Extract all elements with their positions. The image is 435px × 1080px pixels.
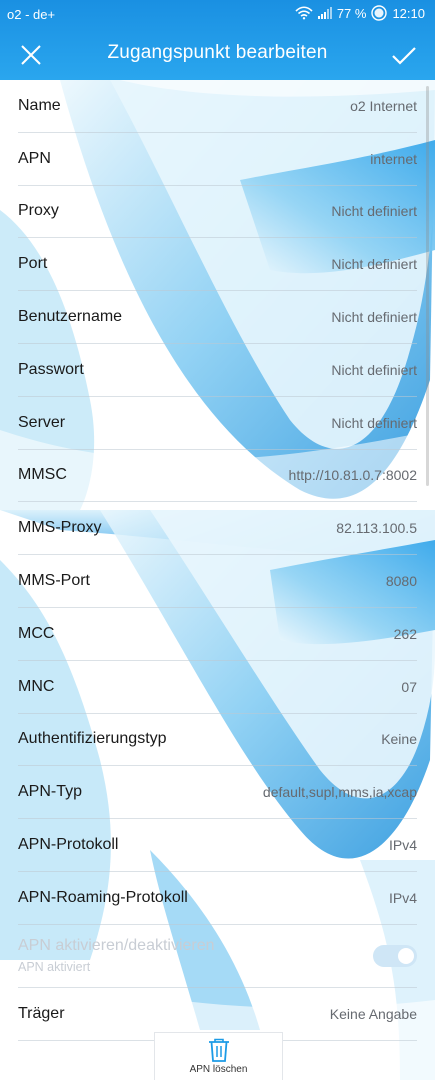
field-value: Nicht definiert — [331, 256, 417, 273]
field-label: Name — [18, 96, 61, 114]
field-label: APN-Typ — [18, 783, 83, 801]
field-row-mcc[interactable]: MCC 262 — [18, 608, 417, 661]
apn-enable-sublabel: APN aktiviert — [18, 960, 91, 975]
battery-percentage: 77 % — [336, 5, 367, 21]
field-label: Server — [18, 413, 66, 431]
field-value: 8080 — [385, 573, 417, 590]
status-bar: o2 - de+ 77 % 12:10 — [0, 0, 435, 30]
field-row-name[interactable]: Name o2 Internet — [18, 80, 417, 133]
apn-enable-texts: APN aktivieren/deaktivieren APN aktivier… — [18, 937, 215, 974]
trash-icon — [208, 1038, 229, 1062]
field-label: Proxy — [18, 202, 59, 220]
checkmark-icon — [392, 47, 416, 65]
carrier-name: o2 - de+ — [7, 7, 56, 22]
field-value: o2 Internet — [350, 97, 417, 114]
field-row-port[interactable]: Port Nicht definiert — [18, 238, 417, 292]
field-value: Nicht definiert — [331, 414, 417, 431]
field-label: Port — [18, 255, 48, 273]
field-label: Benutzername — [18, 308, 123, 326]
field-value: 262 — [393, 625, 417, 642]
field-row-apn-roaming-protocol[interactable]: APN-Roaming-Protokoll IPv4 — [18, 872, 417, 925]
field-label: APN — [18, 149, 51, 167]
field-row-proxy[interactable]: Proxy Nicht definiert — [18, 186, 417, 239]
field-row-apn-protocol[interactable]: APN-Protokoll IPv4 — [18, 819, 417, 872]
delete-apn-button[interactable]: APN löschen — [154, 1032, 283, 1080]
field-value: Nicht definiert — [331, 361, 417, 378]
field-value: http://10.81.0.7:8002 — [288, 467, 417, 484]
field-row-password[interactable]: Passwort Nicht definiert — [18, 344, 417, 397]
field-label: MMS-Proxy — [18, 519, 102, 537]
field-label: MNC — [18, 677, 55, 695]
confirm-button[interactable] — [389, 40, 419, 70]
field-label: Träger — [18, 1004, 65, 1022]
screen: o2 - de+ 77 % 12:10 Zugangspunkt bearbei… — [0, 0, 435, 1080]
field-row-mms-proxy[interactable]: MMS-Proxy 82.113.100.5 — [18, 502, 417, 556]
field-value: Nicht definiert — [331, 203, 417, 220]
field-label: MCC — [18, 624, 55, 642]
signal-icon — [317, 7, 332, 19]
field-label: MMSC — [18, 466, 67, 484]
field-row-server[interactable]: Server Nicht definiert — [18, 397, 417, 450]
battery-icon — [371, 5, 388, 21]
field-value: IPv4 — [388, 837, 417, 854]
wifi-icon — [295, 6, 313, 20]
switch-knob — [398, 947, 414, 964]
field-label: Passwort — [18, 360, 84, 378]
field-row-mnc[interactable]: MNC 07 — [18, 661, 417, 714]
field-value: 07 — [401, 678, 417, 695]
status-indicators: 77 % 12:10 — [295, 5, 425, 21]
close-button[interactable] — [16, 40, 46, 70]
page-title: Zugangspunkt bearbeiten — [107, 42, 328, 63]
apn-enable-label: APN aktivieren/deaktivieren — [18, 937, 215, 955]
field-row-username[interactable]: Benutzername Nicht definiert — [18, 291, 417, 344]
field-label: MMS-Port — [18, 572, 90, 590]
apn-enable-switch[interactable] — [373, 944, 417, 967]
field-row-apn-type[interactable]: APN-Typ default,supl,mms,ia,xcap — [18, 766, 417, 820]
apn-enable-row[interactable]: APN aktivieren/deaktivieren APN aktivier… — [18, 925, 417, 988]
field-value: Keine — [381, 731, 417, 748]
field-row-mmsc[interactable]: MMSC http://10.81.0.7:8002 — [18, 450, 417, 503]
apn-settings-list: Name o2 Internet APN internet Proxy Nich… — [0, 80, 435, 1041]
field-value: IPv4 — [388, 889, 417, 906]
field-value: 82.113.100.5 — [336, 520, 417, 537]
field-label: Authentifizierungstyp — [18, 730, 167, 748]
field-value: internet — [370, 150, 417, 167]
delete-apn-label: APN löschen — [189, 1064, 248, 1075]
field-value: default,supl,mms,ia,xcap — [262, 784, 417, 801]
close-icon — [21, 45, 41, 65]
field-value: Nicht definiert — [331, 309, 417, 326]
clock: 12:10 — [392, 5, 425, 21]
field-label: APN-Roaming-Protokoll — [18, 888, 188, 906]
field-label: APN-Protokoll — [18, 836, 119, 854]
field-row-apn[interactable]: APN internet — [18, 133, 417, 186]
scroll-indicator[interactable] — [426, 86, 429, 486]
app-bar: Zugangspunkt bearbeiten — [0, 30, 435, 80]
top-bar: o2 - de+ 77 % 12:10 Zugangspunkt bearbei… — [0, 0, 435, 80]
field-row-auth-type[interactable]: Authentifizierungstyp Keine — [18, 714, 417, 767]
field-row-mms-port[interactable]: MMS-Port 8080 — [18, 555, 417, 608]
field-value: Keine Angabe — [329, 1005, 417, 1022]
